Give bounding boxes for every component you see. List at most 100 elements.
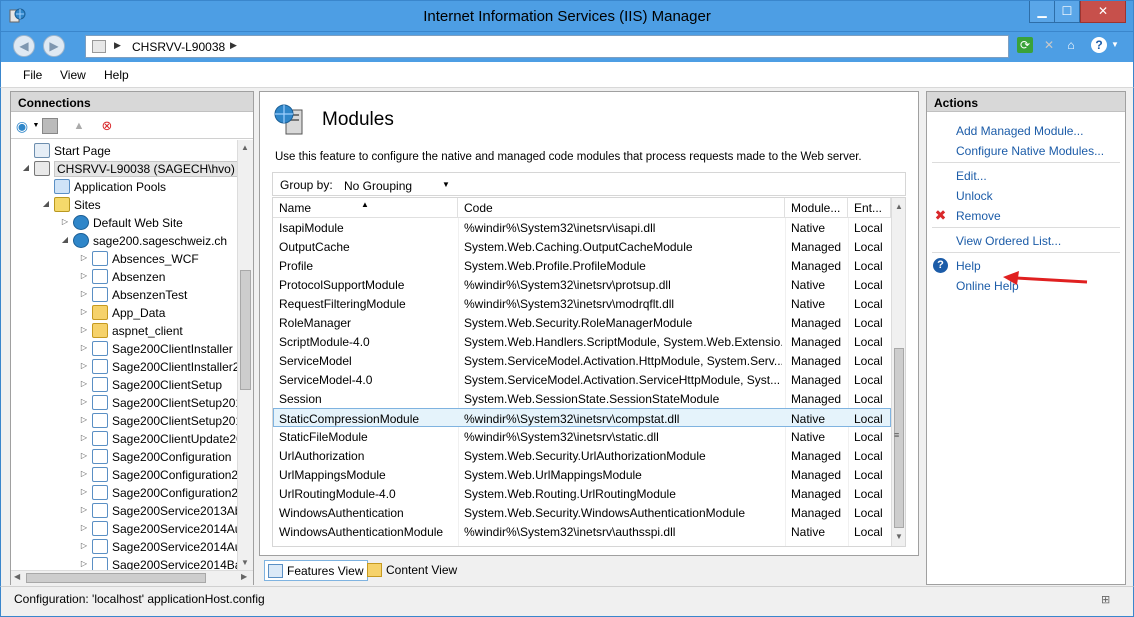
cell-type: Native <box>791 297 826 311</box>
minimize-button[interactable]: ▁ <box>1029 1 1055 23</box>
collapsed-arrow-icon[interactable]: ▷ <box>79 415 89 424</box>
expanded-arrow-icon[interactable]: ◢ <box>21 163 31 172</box>
help-icon[interactable]: ? <box>1091 37 1107 53</box>
table-row[interactable]: ScriptModule-4.0 System.Web.Handlers.Scri… <box>273 332 891 351</box>
scrollbar-grip-icon: ≡ <box>894 430 900 440</box>
add-managed-module-link[interactable]: Add Managed Module... <box>956 124 1083 138</box>
cell-name: UrlMappingsModule <box>279 468 386 482</box>
web-app-icon <box>92 539 108 554</box>
table-row[interactable]: OutputCache System.Web.Caching.OutputCach… <box>273 237 891 256</box>
collapsed-arrow-icon[interactable]: ▷ <box>79 559 89 568</box>
disconnect-icon[interactable]: ⊗ <box>99 118 115 134</box>
forward-button[interactable]: ▶ <box>43 35 65 57</box>
table-row[interactable]: RoleManager System.Web.Security.RoleManag… <box>273 313 891 332</box>
cell-code: %windir%\System32\inetsrv\authsspi.dll <box>464 525 676 539</box>
scroll-up-icon[interactable]: ▲ <box>895 202 903 211</box>
edit-link[interactable]: Edit... <box>956 169 987 183</box>
scroll-down-icon[interactable]: ▼ <box>895 532 903 541</box>
collapsed-arrow-icon[interactable]: ▷ <box>79 469 89 478</box>
collapsed-arrow-icon[interactable]: ▷ <box>79 271 89 280</box>
breadcrumb-arrow-icon[interactable]: ▶ <box>230 40 237 51</box>
collapsed-arrow-icon[interactable]: ▷ <box>60 217 70 226</box>
table-row[interactable]: UrlMappingsModule System.Web.UrlMappingsM… <box>273 465 891 484</box>
table-row[interactable]: Session System.Web.SessionState.SessionSt… <box>273 389 891 408</box>
table-row[interactable]: WindowsAuthentication System.Web.Security… <box>273 503 891 522</box>
up-level-icon[interactable]: ▲ <box>71 118 87 134</box>
table-row[interactable]: StaticCompressionModule %windir%\System32… <box>273 408 891 427</box>
column-header-code[interactable]: Code <box>458 198 785 218</box>
table-vertical-scrollbar[interactable]: ▲ ≡ ▼ <box>891 198 905 546</box>
breadcrumb-server[interactable]: CHSRVV-L90038 <box>132 40 225 54</box>
tab-content-view[interactable]: Content View <box>364 560 461 581</box>
maximize-icon: ☐ <box>1061 4 1073 18</box>
maximize-button[interactable]: ☐ <box>1054 1 1080 23</box>
column-header-module-type[interactable]: Module... <box>785 198 848 218</box>
table-row[interactable]: StaticFileModule %windir%\System32\inetsr… <box>273 427 891 446</box>
configure-native-modules-link[interactable]: Configure Native Modules... <box>956 144 1104 158</box>
home-icon[interactable]: ⌂ <box>1063 37 1079 53</box>
scroll-up-icon[interactable]: ▲ <box>241 143 249 152</box>
collapsed-arrow-icon[interactable]: ▷ <box>79 379 89 388</box>
menu-view[interactable]: View <box>60 68 86 82</box>
cell-code: System.Web.Security.RoleManagerModule <box>464 316 693 330</box>
collapsed-arrow-icon[interactable]: ▷ <box>79 343 89 352</box>
collapsed-arrow-icon[interactable]: ▷ <box>79 253 89 262</box>
collapsed-arrow-icon[interactable]: ▷ <box>79 289 89 298</box>
cell-entry: Local <box>854 316 883 330</box>
connections-horizontal-scrollbar[interactable]: ◀ ▶ <box>11 570 253 585</box>
table-row[interactable]: WindowsAuthenticationModule %windir%\Syst… <box>273 522 891 541</box>
web-app-icon <box>92 557 108 570</box>
table-row[interactable]: ProtocolSupportModule %windir%\System32\i… <box>273 275 891 294</box>
breadcrumb-arrow-icon[interactable]: ▶ <box>114 40 121 51</box>
table-row[interactable]: RequestFilteringModule %windir%\System32\… <box>273 294 891 313</box>
table-row[interactable]: ServiceModel System.ServiceModel.Activati… <box>273 351 891 370</box>
collapsed-arrow-icon[interactable]: ▷ <box>79 505 89 514</box>
unlock-link[interactable]: Unlock <box>956 189 993 203</box>
save-icon[interactable] <box>42 118 58 134</box>
collapsed-arrow-icon[interactable]: ▷ <box>79 451 89 460</box>
chevron-down-icon[interactable]: ▼ <box>1107 37 1123 53</box>
table-row[interactable]: IsapiModule %windir%\System32\inetsrv\isa… <box>273 218 891 237</box>
web-app-icon <box>92 467 108 482</box>
scrollbar-thumb[interactable] <box>26 573 206 583</box>
address-bar[interactable]: ▶ CHSRVV-L90038 ▶ <box>85 35 1009 58</box>
scroll-right-icon[interactable]: ▶ <box>241 572 247 581</box>
view-ordered-list-link[interactable]: View Ordered List... <box>956 234 1061 248</box>
expanded-arrow-icon[interactable]: ◢ <box>60 235 70 244</box>
collapsed-arrow-icon[interactable]: ▷ <box>79 325 89 334</box>
tree-node-label: Sites <box>74 198 101 212</box>
tab-features-view[interactable]: Features View <box>264 560 369 581</box>
tree-node-label: Sage200Service2013Abs <box>112 504 237 518</box>
help-link[interactable]: Help <box>956 259 981 273</box>
collapsed-arrow-icon[interactable]: ▷ <box>79 487 89 496</box>
collapsed-arrow-icon[interactable]: ▷ <box>79 523 89 532</box>
collapsed-arrow-icon[interactable]: ▷ <box>79 541 89 550</box>
scroll-left-icon[interactable]: ◀ <box>14 572 20 581</box>
menu-help[interactable]: Help <box>104 68 129 82</box>
table-row[interactable]: UrlRoutingModule-4.0 System.Web.Routing.U… <box>273 484 891 503</box>
collapsed-arrow-icon[interactable]: ▷ <box>79 433 89 442</box>
column-header-entry-type[interactable]: Ent... <box>848 198 891 218</box>
scrollbar-thumb[interactable] <box>240 270 251 390</box>
close-button[interactable]: ✕ <box>1080 1 1126 23</box>
back-button[interactable]: ◀ <box>13 35 35 57</box>
scroll-down-icon[interactable]: ▼ <box>241 558 249 567</box>
collapsed-arrow-icon[interactable]: ▷ <box>79 397 89 406</box>
remove-link[interactable]: Remove <box>956 209 1001 223</box>
table-header: Name ▲ Code Module... Ent... <box>273 198 891 218</box>
cell-type: Managed <box>791 392 842 406</box>
refresh-icon[interactable]: ⟳ <box>1017 37 1033 53</box>
group-by-select[interactable]: No Grouping ▼ <box>341 175 455 194</box>
menu-file[interactable]: File <box>23 68 42 82</box>
connections-vertical-scrollbar[interactable]: ▲ ▼ <box>237 140 253 570</box>
collapsed-arrow-icon[interactable]: ▷ <box>79 361 89 370</box>
cell-name: UrlAuthorization <box>279 449 365 463</box>
table-row[interactable]: UrlAuthorization System.Web.Security.UrlA… <box>273 446 891 465</box>
collapsed-arrow-icon[interactable]: ▷ <box>79 307 89 316</box>
table-row[interactable]: Profile System.Web.Profile.ProfileModule M… <box>273 256 891 275</box>
expanded-arrow-icon[interactable]: ◢ <box>41 199 51 208</box>
tree-node-label: Sage200ClientSetup2013 <box>112 396 237 410</box>
stop-icon[interactable]: ✕ <box>1041 37 1057 53</box>
table-row[interactable]: ServiceModel-4.0 System.ServiceModel.Acti… <box>273 370 891 389</box>
modules-icon <box>274 104 303 135</box>
